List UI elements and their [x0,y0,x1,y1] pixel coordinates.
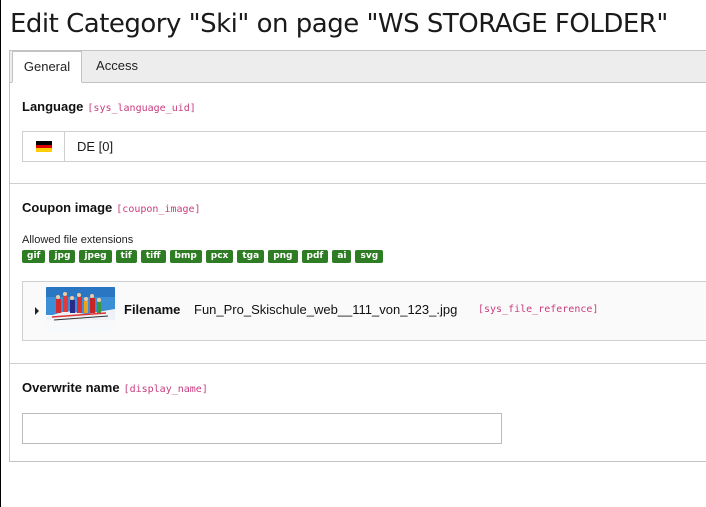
extension-badge: png [268,250,298,263]
coupon-image-label-text: Coupon image [22,200,113,215]
coupon-image-field-key: [coupon_image] [116,204,201,215]
language-label-text: Language [22,99,84,114]
file-thumbnail[interactable] [46,287,115,332]
expand-caret-icon[interactable] [35,307,39,315]
language-value: DE [0] [77,139,114,154]
filename-value: Fun_Pro_Skischule_web__111_von_123_.jpg [194,302,458,317]
tab-access[interactable]: Access [86,51,148,83]
edit-form-panel: General Access Language [sys_language_uid… [9,50,706,462]
filename-label: Filename [124,302,181,317]
file-reference-row[interactable]: Filename Fun_Pro_Skischule_web__111_von_… [22,281,706,341]
overwrite-name-input[interactable] [22,413,502,444]
allowed-extensions-caption: Allowed file extensions [22,234,134,246]
coupon-image-section: Coupon image [coupon_image] Allowed file … [10,184,706,364]
window-left-border [0,0,1,507]
tab-bar: General Access [10,51,706,83]
language-label: Language [sys_language_uid] [22,99,196,114]
overwrite-name-label: Overwrite name [display_name] [22,380,208,395]
extension-badge: pcx [205,250,234,263]
de-flag-icon [35,141,52,153]
overwrite-name-label-text: Overwrite name [22,380,120,395]
extension-badge: jpeg [79,250,112,263]
extension-badge: tif [115,250,137,263]
page-title: Edit Category "Ski" on page "WS STORAGE … [10,9,668,39]
extension-badges: gif jpg jpeg tif tiff bmp pcx tga png pd… [22,250,384,263]
overwrite-name-field-key: [display_name] [123,384,208,395]
coupon-image-label: Coupon image [coupon_image] [22,200,201,215]
extension-badge: svg [355,250,384,263]
extension-badge: tga [237,250,265,263]
extension-badge: jpg [49,250,76,263]
extension-badge: pdf [301,250,329,263]
extension-badge: gif [22,250,46,263]
language-flag-cell [23,132,65,161]
extension-badge: bmp [169,250,202,263]
extension-badge: tiff [140,250,166,263]
file-reference-key: [sys_file_reference] [478,304,599,315]
language-field-key: [sys_language_uid] [87,103,196,114]
language-select[interactable]: DE [0] [22,131,706,162]
ski-photo-thumbnail [46,287,115,332]
overwrite-name-section: Overwrite name [display_name] [10,364,706,463]
extension-badge: ai [332,250,352,263]
tab-general[interactable]: General [12,51,82,83]
